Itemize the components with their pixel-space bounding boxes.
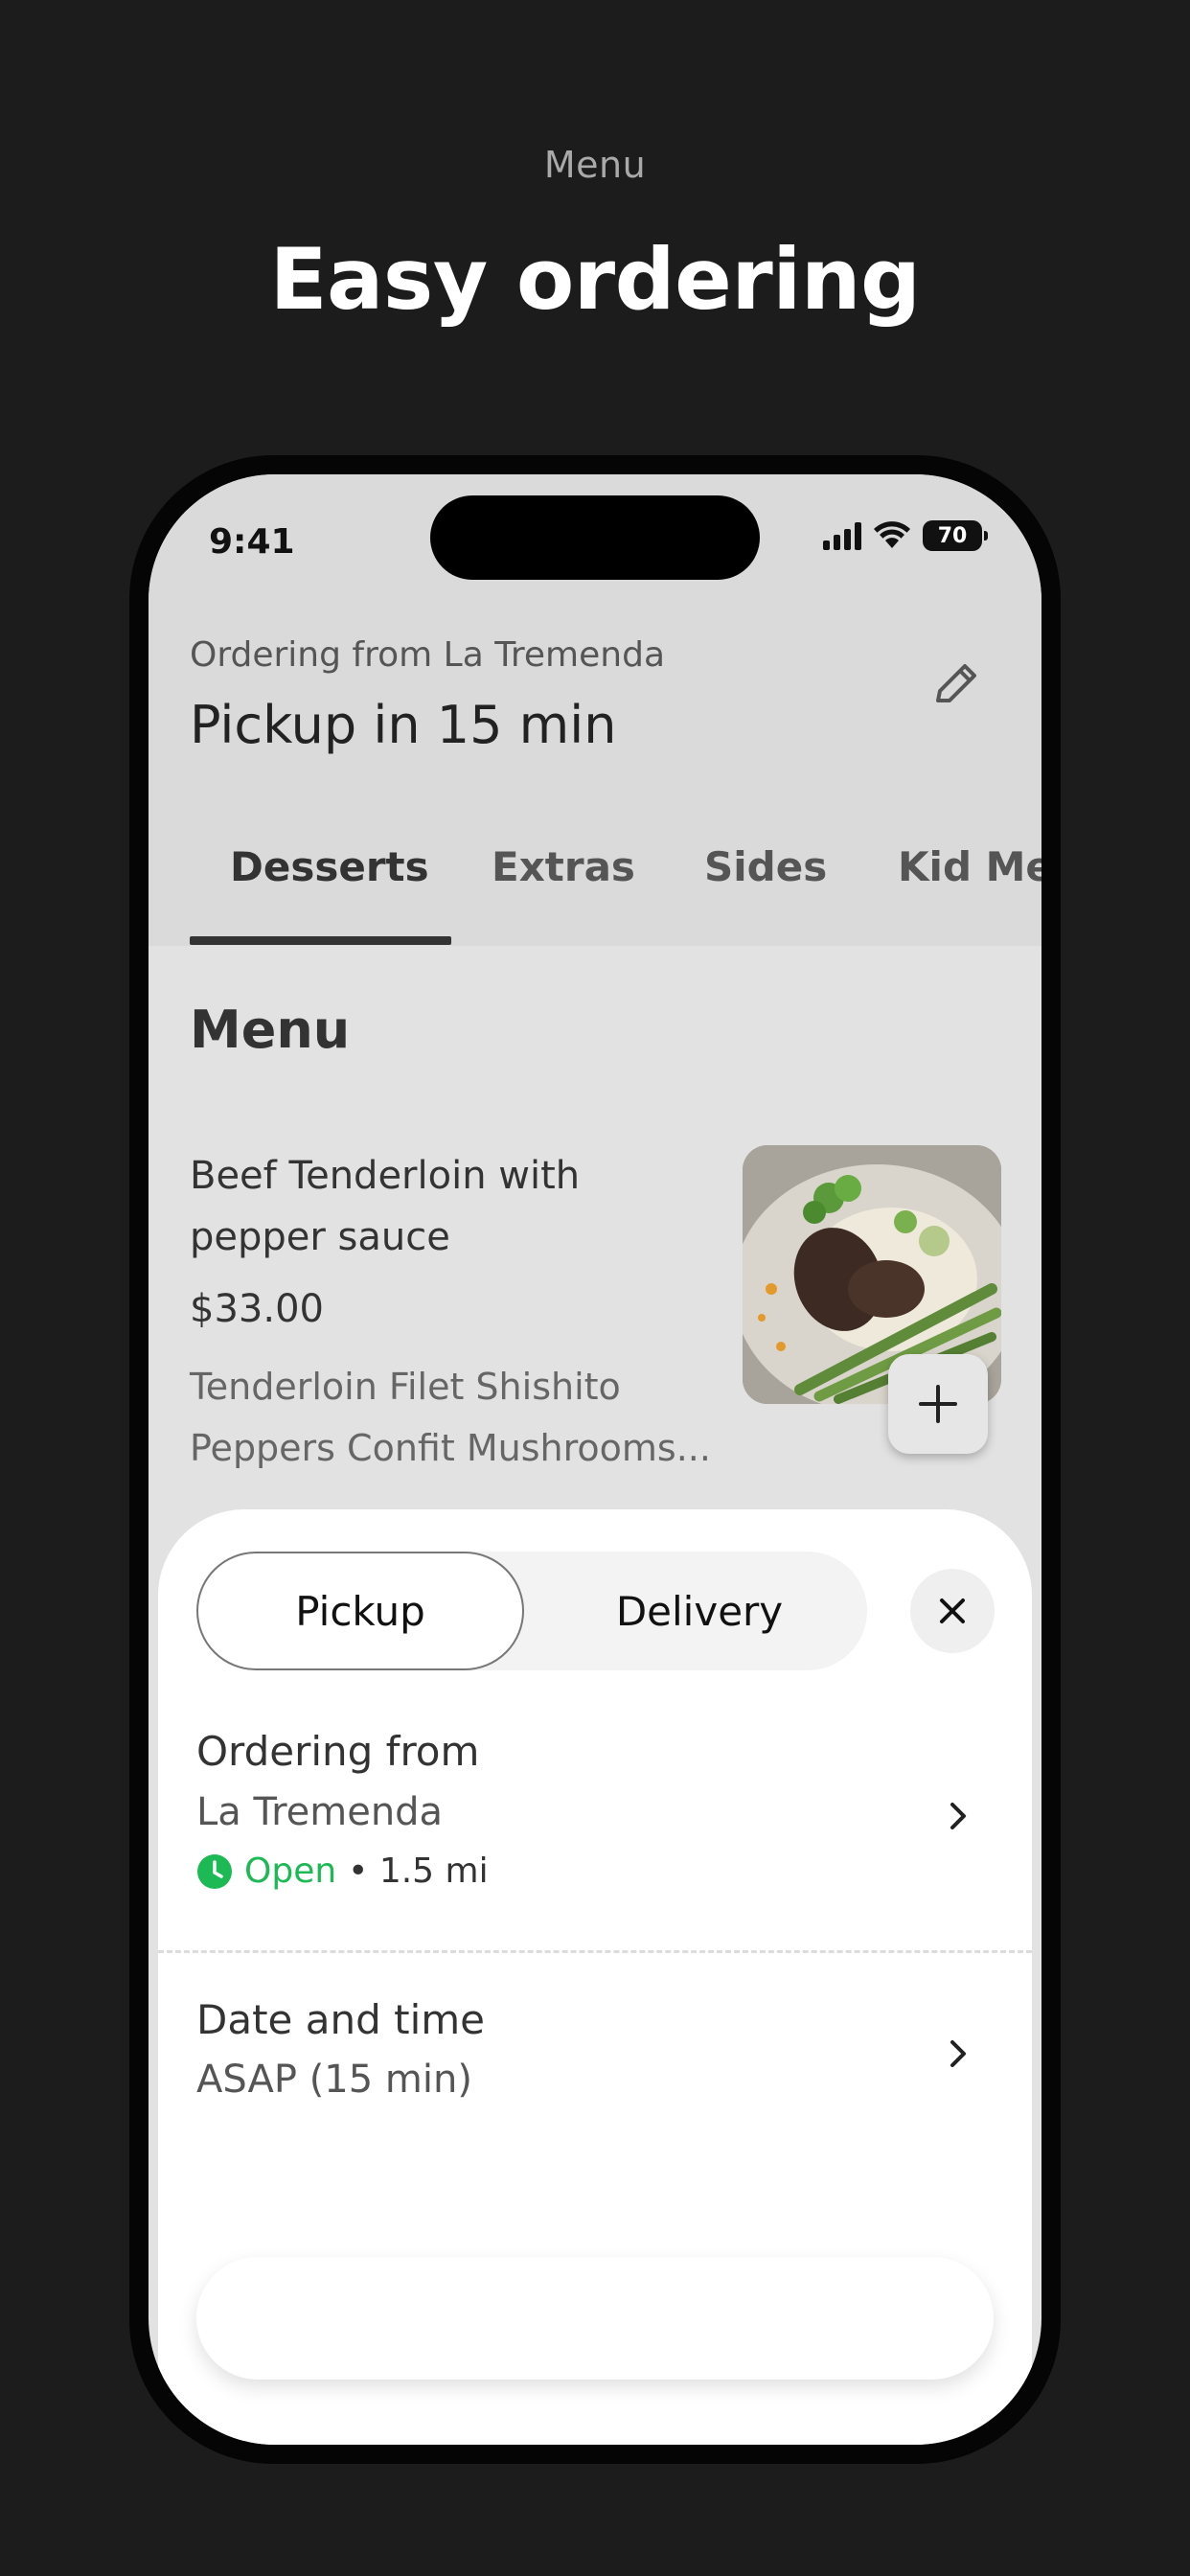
wifi-icon (874, 521, 910, 548)
confirm-button[interactable] (196, 2257, 994, 2380)
menu-item-name[interactable]: Beef Tenderloin with pepper sauce (190, 1145, 611, 1268)
distance-text: • 1.5 mi (348, 1852, 489, 1891)
fulfillment-toggle: Pickup Delivery (196, 1552, 867, 1670)
status-time: 9:41 (209, 522, 295, 562)
promo-title: Easy ordering (269, 230, 921, 329)
phone-frame: 9:41 70 Ordering from La Tremenda Pickup… (129, 455, 1061, 2464)
status-icons: 70 (823, 520, 988, 551)
open-status: Open (244, 1852, 337, 1891)
close-icon (940, 1598, 965, 1623)
ordering-from-label: Ordering from (196, 1728, 480, 1775)
chevron-right-icon (950, 1803, 966, 1829)
active-tab-indicator (190, 936, 451, 945)
menu-item-price: $33.00 (190, 1287, 324, 1331)
clock-icon (197, 1853, 232, 1889)
tab-kid-menu[interactable]: Kid Menu (898, 824, 1041, 910)
promo-subtitle: Menu (543, 144, 647, 186)
dynamic-island (430, 495, 760, 580)
tab-sides[interactable]: Sides (704, 824, 827, 910)
chevron-right-icon (950, 2040, 966, 2067)
menu-item-description-line1: Tenderloin Filet Shishito (190, 1366, 621, 1408)
battery-icon: 70 (923, 520, 988, 551)
tab-extras[interactable]: Extras (492, 824, 635, 910)
menu-item-description-line2: Peppers Confit Mushrooms... (190, 1427, 711, 1469)
row-divider (158, 1950, 1032, 1953)
pencil-icon[interactable] (927, 656, 984, 714)
phone-screen: 9:41 70 Ordering from La Tremenda Pickup… (149, 474, 1041, 2445)
ordering-from-text: Ordering from La Tremenda (190, 635, 666, 675)
signal-icon (823, 521, 861, 550)
date-time-value: ASAP (15 min) (196, 2058, 472, 2102)
restaurant-name: La Tremenda (196, 1790, 444, 1834)
close-button[interactable] (910, 1569, 995, 1653)
tab-desserts[interactable]: Desserts (230, 824, 429, 910)
add-item-button[interactable] (888, 1354, 988, 1454)
delivery-option[interactable]: Delivery (532, 1552, 867, 1670)
restaurant-status: Open • 1.5 mi (196, 1852, 489, 1891)
date-time-label: Date and time (196, 1996, 485, 2043)
order-options-sheet: Pickup Delivery Ordering from La Tremend… (158, 1509, 1032, 2445)
menu-item-description: Tenderloin Filet Shishito Peppers Confit… (190, 1356, 711, 1479)
menu-section-title: Menu (190, 1000, 351, 1060)
plus-icon (919, 1385, 957, 1423)
pickup-option[interactable]: Pickup (196, 1552, 524, 1670)
pickup-title[interactable]: Pickup in 15 min (190, 695, 616, 755)
category-tabs: Desserts Extras Sides Kid Menu (149, 824, 1041, 946)
